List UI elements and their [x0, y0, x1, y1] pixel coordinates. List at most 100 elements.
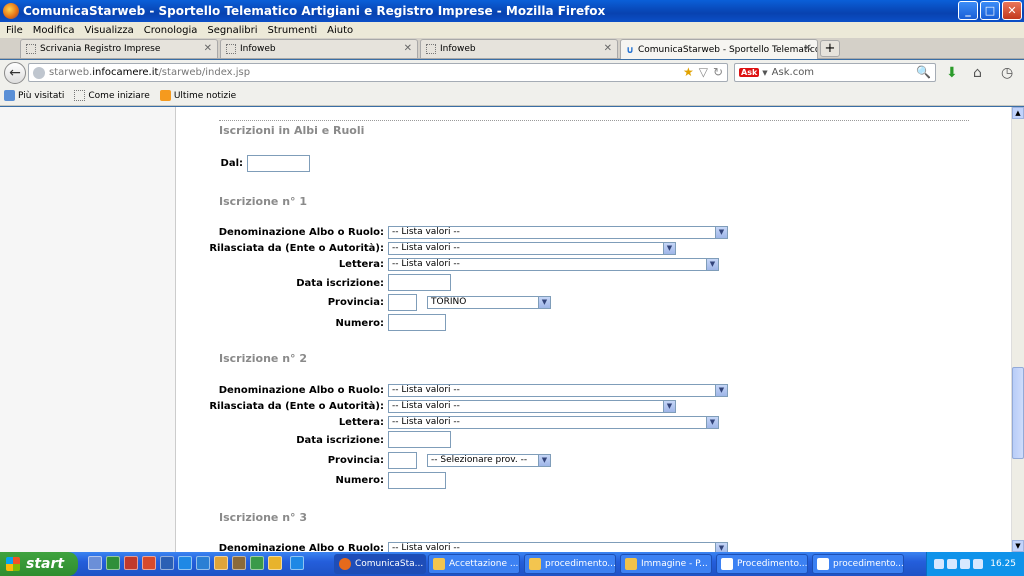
- lettera-select[interactable]: -- Lista valori -- ▼: [388, 416, 719, 429]
- tab-close-icon[interactable]: ✕: [604, 43, 612, 54]
- scroll-up-icon[interactable]: ▲: [1012, 107, 1024, 119]
- quicklaunch-powerpoint-icon[interactable]: [142, 556, 156, 570]
- back-button[interactable]: ←: [4, 62, 26, 84]
- chevron-down-icon: ▼: [663, 401, 675, 412]
- close-button[interactable]: ✕: [1002, 1, 1022, 20]
- page-icon: [26, 44, 36, 54]
- tab-infoweb-2[interactable]: Infoweb ✕: [420, 39, 618, 58]
- provincia-select[interactable]: -- Selezionare prov. -- ▼: [427, 454, 551, 467]
- quicklaunch-tool-icon[interactable]: [268, 556, 282, 570]
- vertical-scrollbar[interactable]: ▲ ▼: [1011, 107, 1024, 552]
- task-label: ComunicaSta...: [355, 559, 424, 569]
- task-accettazione[interactable]: Accettazione ...: [428, 554, 520, 574]
- select-value: -- Selezionare prov. --: [431, 455, 528, 465]
- rilasciata-select[interactable]: -- Lista valori -- ▼: [388, 400, 676, 413]
- maximize-button[interactable]: □: [980, 1, 1000, 20]
- provincia-code-input[interactable]: [388, 452, 417, 469]
- bookmark-label: Più visitati: [18, 90, 65, 101]
- task-procedimento-1[interactable]: procedimento...: [524, 554, 616, 574]
- quicklaunch-ie-icon[interactable]: [178, 556, 192, 570]
- numero-input[interactable]: [388, 314, 446, 331]
- task-firefox[interactable]: ComunicaSta...: [334, 554, 426, 574]
- lettera-label: Lettera:: [338, 259, 384, 270]
- dal-date-input[interactable]: [247, 155, 310, 172]
- search-engine-dropdown-icon[interactable]: ▼: [762, 69, 767, 77]
- chevron-down-icon: ▼: [715, 385, 727, 396]
- folder-icon: [529, 558, 541, 570]
- search-input[interactable]: Ask.com: [772, 67, 814, 78]
- data-iscrizione-input[interactable]: [388, 274, 451, 291]
- data-iscrizione-input[interactable]: [388, 431, 451, 448]
- update-icon[interactable]: [973, 559, 984, 569]
- bookmarks-bar: Più visitati Come iniziare Ultime notizi…: [0, 86, 1024, 106]
- system-tray: 16.25: [926, 552, 1024, 576]
- tab-comunicastarweb[interactable]: ∪ ComunicaStarweb - Sportello Telematico…: [620, 39, 818, 59]
- menu-modifica[interactable]: Modifica: [33, 25, 75, 36]
- bookmark-ultime-notizie[interactable]: Ultime notizie: [159, 90, 237, 101]
- dal-label: Dal:: [220, 158, 243, 169]
- tab-infoweb-1[interactable]: Infoweb ✕: [220, 39, 418, 58]
- select-value: -- Lista valori --: [392, 227, 460, 237]
- rilasciata-label: Rilasciata da (Ente o Autorità):: [209, 401, 384, 412]
- denominazione-label: Denominazione Albo o Ruolo:: [218, 385, 384, 396]
- chevron-down-icon: ▼: [706, 259, 718, 270]
- quicklaunch-ie2-icon[interactable]: [290, 556, 304, 570]
- task-immagine[interactable]: Immagine - P...: [620, 554, 712, 574]
- quicklaunch-excel-icon[interactable]: [106, 556, 120, 570]
- new-tab-button[interactable]: +: [820, 40, 840, 57]
- menu-visualizza[interactable]: Visualizza: [85, 25, 134, 36]
- denominazione-select[interactable]: -- Lista valori -- ▼: [388, 542, 728, 552]
- minimize-button[interactable]: _: [958, 1, 978, 20]
- reload-icon[interactable]: ↻: [713, 65, 723, 79]
- denominazione-select[interactable]: -- Lista valori -- ▼: [388, 384, 728, 397]
- search-bar[interactable]: Ask ▼ Ask.com 🔍: [734, 63, 936, 82]
- ask-logo-icon[interactable]: Ask: [739, 68, 760, 77]
- task-procedimento-3[interactable]: procedimento...: [812, 554, 904, 574]
- task-procedimento-2[interactable]: Procedimento...: [716, 554, 808, 574]
- tab-scrivania[interactable]: Scrivania Registro Imprese ✕: [20, 39, 218, 58]
- url-bar[interactable]: starweb. infocamere.it/starweb/index.jsp …: [28, 63, 728, 82]
- tab-close-icon[interactable]: ✕: [804, 43, 812, 54]
- menu-aiuto[interactable]: Aiuto: [327, 25, 353, 36]
- scrollbar-thumb[interactable]: [1012, 367, 1024, 459]
- tab-close-icon[interactable]: ✕: [404, 43, 412, 54]
- network-icon[interactable]: [934, 559, 945, 569]
- bookmark-label: Ultime notizie: [173, 90, 237, 101]
- volume-icon[interactable]: [947, 559, 958, 569]
- task-label: Immagine - P...: [641, 559, 708, 569]
- start-button[interactable]: start: [0, 552, 78, 576]
- numero-input[interactable]: [388, 472, 446, 489]
- quicklaunch-desktop-icon[interactable]: [88, 556, 102, 570]
- bookmark-piu-visitati[interactable]: Più visitati: [4, 90, 64, 101]
- menu-segnalibri[interactable]: Segnalibri: [207, 25, 257, 36]
- rilasciata-select[interactable]: -- Lista valori -- ▼: [388, 242, 676, 255]
- download-icon[interactable]: ⬇: [946, 65, 958, 81]
- quicklaunch-browser-icon[interactable]: [196, 556, 210, 570]
- bookmark-come-iniziare[interactable]: Come iniziare: [74, 90, 150, 101]
- scroll-down-icon[interactable]: ▼: [1012, 540, 1024, 552]
- quicklaunch-access-icon[interactable]: [124, 556, 138, 570]
- tab-close-icon[interactable]: ✕: [204, 43, 212, 54]
- document-icon: [817, 558, 829, 570]
- navigation-bar: ← starweb. infocamere.it/starweb/index.js…: [0, 60, 1024, 86]
- provincia-code-input[interactable]: [388, 294, 417, 311]
- quicklaunch-word-icon[interactable]: [160, 556, 174, 570]
- history-clock-icon[interactable]: ◷: [1001, 65, 1013, 81]
- quicklaunch-outlook-icon[interactable]: [214, 556, 228, 570]
- search-icon[interactable]: 🔍: [916, 65, 931, 79]
- quicklaunch-app-icon[interactable]: [232, 556, 246, 570]
- security-icon[interactable]: [960, 559, 971, 569]
- clock[interactable]: 16.25: [990, 559, 1016, 569]
- menu-strumenti[interactable]: Strumenti: [268, 25, 318, 36]
- home-icon[interactable]: ⌂: [973, 65, 982, 81]
- lettera-select[interactable]: -- Lista valori -- ▼: [388, 258, 719, 271]
- menu-cronologia[interactable]: Cronologia: [144, 25, 198, 36]
- bookmark-star-icon[interactable]: ★: [683, 65, 694, 79]
- data-iscrizione-label: Data iscrizione:: [296, 278, 384, 289]
- chevron-down-icon: ▼: [706, 417, 718, 428]
- dropdown-arrow-icon[interactable]: ▽: [699, 65, 708, 79]
- menu-file[interactable]: File: [6, 25, 23, 36]
- quicklaunch-chrome-icon[interactable]: [250, 556, 264, 570]
- denominazione-select[interactable]: -- Lista valori -- ▼: [388, 226, 728, 239]
- provincia-select[interactable]: TORINO ▼: [427, 296, 551, 309]
